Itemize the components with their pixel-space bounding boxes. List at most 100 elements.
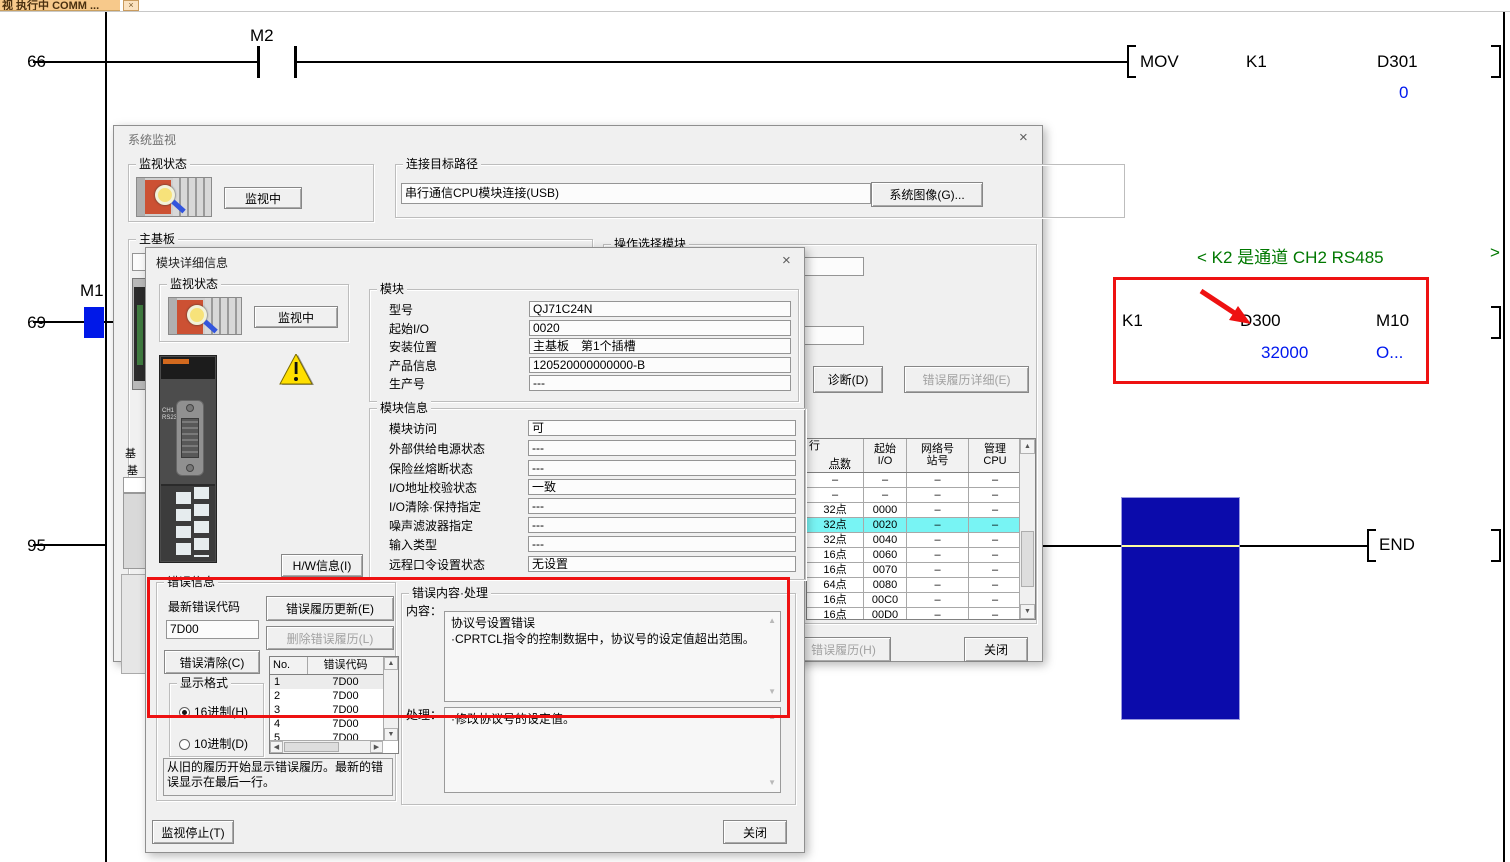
table-row[interactable]: 64点 0080 – –: [807, 578, 1035, 593]
scroll-up-icon[interactable]: ▲: [1020, 439, 1035, 454]
monitoring-button[interactable]: 监视中: [224, 187, 302, 209]
module-image: CH1 RS232: [159, 355, 217, 563]
mov-bracket-close: [1491, 45, 1501, 78]
rung66-wire2: [297, 61, 1127, 63]
document-tab-close-button[interactable]: ×: [123, 0, 139, 11]
left-power-rail: [105, 12, 107, 862]
close-icon: ×: [128, 1, 133, 10]
d301-monitor-value: 0: [1399, 83, 1408, 103]
module-field-value: QJ71C24N: [529, 301, 791, 317]
radio-unselected-icon: [179, 739, 190, 750]
rung95-wire-right: [1240, 545, 1367, 547]
module-info-value: 无设置: [528, 556, 796, 572]
annotation-m10[interactable]: M10: [1376, 311, 1409, 331]
module-info-value: ---: [528, 517, 796, 533]
module-info-label: 噪声滤波器指定: [389, 519, 473, 533]
warning-icon: [279, 354, 315, 387]
module-info-label: 远程口令设置状态: [389, 558, 485, 572]
system-monitor-close-icon[interactable]: ×: [1019, 130, 1028, 145]
module-info-label: 外部供给电源状态: [389, 442, 485, 456]
module-info-value: ---: [528, 536, 796, 552]
col-header-row-points: 行 点数: [807, 439, 864, 472]
monitor-status-icon: [136, 177, 212, 217]
system-monitor-close-button[interactable]: 关闭: [964, 637, 1028, 662]
table-row[interactable]: 32点 0040 – –: [807, 533, 1035, 548]
col-header-cpu: 管理 CPU: [969, 439, 1021, 472]
table-row[interactable]: 16点 00C0 – –: [807, 593, 1035, 608]
table-row[interactable]: 16点 0070 – –: [807, 563, 1035, 578]
module-info-label: 输入类型: [389, 538, 437, 552]
table-row-selected[interactable]: 32点 0020 – –: [807, 518, 1035, 533]
module-dialog-close-button[interactable]: 关闭: [723, 820, 787, 844]
module-detail-dialog: 模块详细信息 × 监视状态 监视中 模块 型号 QJ71C24N 起始I/O 0…: [145, 247, 805, 853]
module-field-label: 型号: [389, 303, 413, 317]
contact-m2-bar-left[interactable]: [257, 46, 260, 78]
rung-number-95: 95: [0, 536, 46, 556]
rung95-wire-in-cursor: [1122, 545, 1239, 547]
module-field-label: 生产号: [389, 377, 425, 391]
contact-m1-energized[interactable]: [84, 307, 104, 338]
ladder-cursor-cell[interactable]: [1121, 497, 1240, 720]
module-monitoring-button[interactable]: 监视中: [254, 306, 338, 328]
table-row[interactable]: – – – –: [807, 488, 1035, 503]
table-row[interactable]: 16点 0060 – –: [807, 548, 1035, 563]
system-image-button[interactable]: 系统图像(G)...: [871, 182, 983, 207]
module-field-label: 安装位置: [389, 340, 437, 354]
module-info-label: I/O地址校验状态: [389, 481, 477, 495]
document-tab-label: 视 执行中 COMM ...: [2, 0, 99, 11]
module-field-value: 120520000000000-B: [529, 357, 791, 373]
end-bracket-close: [1491, 529, 1501, 562]
right-power-rail: [1503, 12, 1505, 862]
scrollbar-thumb[interactable]: [1021, 531, 1034, 587]
module-ch1-label: CH1 RS232: [162, 408, 175, 422]
module-detail-close-icon[interactable]: ×: [782, 253, 791, 268]
ladder-comment-end: >: [1490, 243, 1500, 263]
table-scrollbar[interactable]: ▲ ▼: [1019, 439, 1035, 619]
mov-arg-k1[interactable]: K1: [1246, 52, 1267, 72]
scroll-down-icon[interactable]: ▼: [384, 728, 398, 741]
module-info-label: I/O清除·保持指定: [389, 500, 481, 514]
module-info-value: 一致: [528, 479, 796, 495]
ladder-comment[interactable]: < K2 是通道 CH2 RS485: [1197, 243, 1384, 268]
document-tab[interactable]: 视 执行中 COMM ...: [0, 0, 120, 11]
table-row[interactable]: 32点 0000 – –: [807, 503, 1035, 518]
module-detail-title: 模块详细信息: [156, 254, 228, 271]
module-field-value: 主基板 第1个插槽: [529, 338, 791, 354]
monitor-stop-button[interactable]: 监视停止(T): [152, 820, 234, 844]
annotation-k1[interactable]: K1: [1122, 311, 1143, 331]
table-row[interactable]: 16点 00D0 – –: [807, 608, 1035, 620]
diagnose-button[interactable]: 诊断(D): [813, 366, 883, 393]
rung95-wire-left: [33, 544, 107, 546]
rung-number-69: 69: [0, 313, 46, 333]
contact-label-m2[interactable]: M2: [250, 26, 274, 46]
action-textarea[interactable]: ·修改协议号的设定值。 ▲ ▼: [444, 707, 781, 793]
mov-instruction[interactable]: MOV: [1140, 52, 1179, 72]
tabbar-divider: [0, 11, 1510, 12]
module-info-group-label: 模块信息: [377, 401, 431, 415]
module-info-value: ---: [528, 460, 796, 476]
scroll-left-icon[interactable]: ◀: [270, 741, 283, 753]
module-monitor-status-icon: [168, 297, 242, 335]
base-label-1: 基: [125, 448, 136, 460]
annotation-arrow-icon: [1195, 286, 1261, 337]
contact-label-m1[interactable]: M1: [80, 281, 104, 301]
mov-bracket-open: [1127, 45, 1136, 78]
module-info-value: ---: [528, 498, 796, 514]
scroll-right-icon[interactable]: ▶: [370, 741, 383, 753]
radio-dec[interactable]: 10进制(D): [179, 737, 248, 751]
scroll-down-icon[interactable]: ▼: [1020, 604, 1035, 619]
connection-path-field: 串行通信CPU模块连接(USB): [401, 183, 871, 204]
scrollbar-thumb[interactable]: [284, 742, 339, 752]
end-instruction[interactable]: END: [1379, 535, 1415, 555]
error-list-hscrollbar[interactable]: ◀ ▶: [270, 740, 383, 753]
rung66-wire: [33, 61, 257, 63]
d300-monitor-value: 32000: [1261, 343, 1308, 363]
module-info-value: ---: [528, 440, 796, 456]
scroll-down-icon[interactable]: ▼: [768, 779, 776, 787]
mov-arg-d301[interactable]: D301: [1377, 52, 1418, 72]
hw-info-button[interactable]: H/W信息(I): [281, 554, 363, 577]
error-list-item[interactable]: 4 7D00: [270, 717, 398, 731]
module-field-value: ---: [529, 375, 791, 391]
table-row[interactable]: – – – –: [807, 473, 1035, 488]
module-field-label: 起始I/O: [389, 322, 429, 336]
